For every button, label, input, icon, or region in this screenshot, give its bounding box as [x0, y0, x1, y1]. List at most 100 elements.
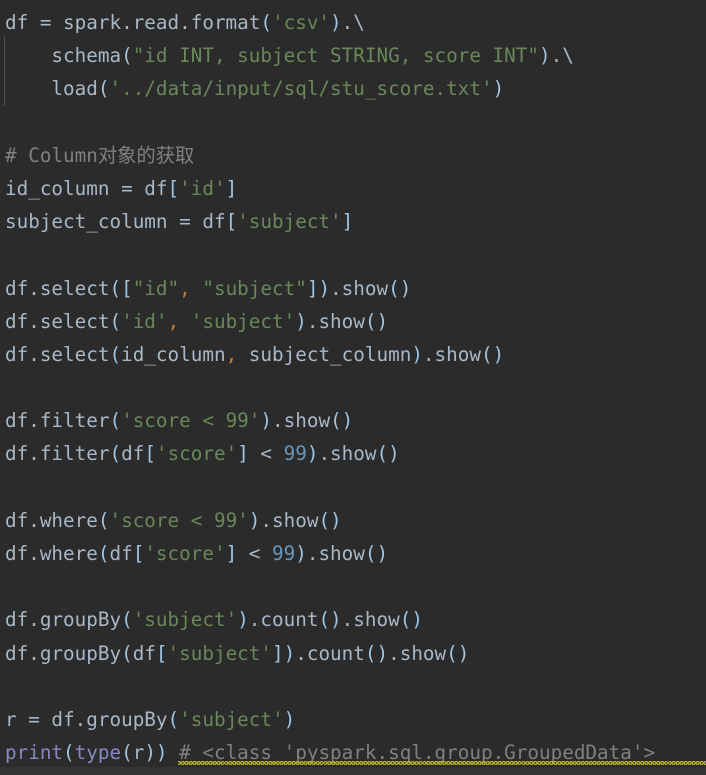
code-token-default: .show	[306, 309, 365, 333]
code-line[interactable]	[0, 570, 706, 603]
code-token-string: 'subject'	[190, 309, 296, 333]
code-token-default	[179, 310, 191, 333]
code-token-default: df.filter	[5, 442, 110, 466]
code-line[interactable]	[0, 371, 706, 404]
code-token-default: df.select	[5, 276, 110, 300]
code-token-comment: # Column对象的获取	[5, 143, 195, 167]
code-token-default: df.groupBy	[5, 608, 122, 632]
code-token-default: df.select	[5, 309, 110, 333]
code-token-paren: [	[155, 641, 168, 665]
code-token-paren: (	[167, 707, 180, 731]
code-token-default: df.where	[5, 542, 98, 565]
code-token-paren: (	[121, 608, 133, 632]
code-line[interactable]	[0, 670, 706, 703]
code-token-default: df = spark.read.format	[5, 11, 261, 34]
code-token-paren: )	[295, 542, 307, 565]
code-token-default: df.groupBy	[5, 641, 122, 665]
editor-bottom-strip	[0, 767, 706, 775]
code-token-comma: ,	[225, 342, 238, 366]
code-line[interactable]	[0, 471, 706, 504]
code-token-paren: [	[167, 176, 180, 200]
code-token-string: 'subject'	[179, 707, 284, 731]
code-token-string: 'subject'	[167, 641, 273, 665]
code-token-default: load	[5, 77, 98, 101]
code-token-paren: )	[283, 707, 296, 731]
code-editor-pane[interactable]: df = spark.read.format('csv').\ schema("…	[0, 0, 706, 775]
code-line[interactable]: id_column = df['id']	[0, 172, 706, 205]
code-token-string: 'csv'	[272, 11, 331, 34]
code-token-string: 'subject'	[132, 608, 238, 632]
code-line[interactable]: df = spark.read.format('csv').\	[0, 6, 706, 39]
code-token-default: id_column = df	[5, 176, 168, 200]
code-token-paren: ()	[318, 608, 342, 632]
code-token-string: "id"	[132, 276, 180, 300]
code-line[interactable]: df.groupBy(df['subject']).count().show()	[0, 637, 706, 670]
code-token-default	[191, 277, 203, 300]
code-line[interactable]: df.filter('score < 99').show()	[0, 404, 706, 437]
code-token-paren: (	[97, 508, 110, 532]
code-token-string: '../data/input/sql/stu_score.txt'	[109, 77, 493, 101]
code-token-default: .\	[341, 11, 365, 34]
code-token-paren: (	[109, 342, 122, 366]
code-token-string: 'id'	[179, 176, 226, 200]
code-token-paren: )	[237, 608, 249, 632]
code-token-paren: (	[121, 741, 133, 765]
error-squiggle-underline	[178, 761, 706, 765]
code-token-string: 'score'	[155, 442, 238, 466]
code-token-string: 'subject'	[237, 210, 342, 234]
code-token-paren: )	[248, 508, 261, 532]
code-token-default: <	[237, 542, 273, 565]
code-token-paren: ()	[330, 409, 354, 433]
code-token-string: 'score < 99'	[109, 508, 249, 532]
code-line[interactable]: subject_column = df['subject']	[0, 205, 706, 238]
code-token-paren: [	[132, 542, 145, 565]
code-token-string: 'score < 99'	[121, 409, 261, 433]
code-token-paren: [	[225, 210, 238, 234]
code-token-paren: ]	[225, 176, 238, 200]
code-token-builtin: print	[5, 741, 64, 765]
code-token-paren: ()	[318, 508, 342, 532]
code-token-default: r	[132, 741, 145, 765]
code-token-paren: ()	[388, 276, 412, 300]
code-line[interactable]: df.select(id_column, subject_column).sho…	[0, 338, 706, 371]
code-token-default: df	[109, 542, 133, 565]
code-token-default: df	[132, 641, 156, 665]
code-token-string: "id INT, subject STRING, score INT"	[132, 44, 539, 68]
code-token-default: .show	[330, 276, 389, 300]
code-line[interactable]: schema("id INT, subject STRING, score IN…	[0, 39, 706, 72]
code-line[interactable]: load('../data/input/sql/stu_score.txt')	[0, 72, 706, 105]
code-token-default: .\	[550, 44, 574, 68]
code-line[interactable]: r = df.groupBy('subject')	[0, 703, 706, 736]
code-token-default: schema	[5, 44, 122, 68]
code-line[interactable]: df.where(df['score'] < 99).show()	[0, 537, 706, 570]
code-token-default: df.where	[5, 508, 98, 532]
code-token-paren: ])	[272, 641, 296, 665]
code-line[interactable]: # Column对象的获取	[0, 139, 706, 172]
code-line[interactable]: df.filter(df['score'] < 99).show()	[0, 437, 706, 470]
code-token-default: id_column	[121, 342, 226, 366]
code-line[interactable]: df.where('score < 99').show()	[0, 504, 706, 537]
code-token-default: .count	[248, 608, 319, 632]
code-token-default: df.select	[5, 342, 110, 366]
code-token-default: .show	[341, 608, 400, 632]
code-token-paren: [	[144, 442, 156, 466]
code-token-comma: ,	[167, 309, 180, 333]
code-token-default: .show	[260, 508, 319, 532]
code-token-paren: (	[260, 11, 272, 34]
code-token-paren: )	[539, 44, 551, 68]
code-line[interactable]	[0, 106, 706, 139]
code-line[interactable]: df.select(["id", "subject"]).show()	[0, 272, 706, 305]
code-token-default: df.filter	[5, 409, 110, 433]
code-token-comma: ,	[179, 276, 191, 300]
code-token-paren: (	[63, 741, 75, 765]
code-token-builtin: type	[74, 741, 122, 765]
code-token-string: 'id'	[121, 309, 168, 333]
code-token-paren: (	[109, 442, 122, 466]
code-token-paren: (	[121, 641, 133, 665]
code-line[interactable]: df.groupBy('subject').count().show()	[0, 603, 706, 636]
code-token-paren: ()	[376, 442, 400, 466]
code-token-default: df	[121, 442, 145, 466]
code-line[interactable]: df.select('id', 'subject').show()	[0, 305, 706, 338]
code-line[interactable]	[0, 238, 706, 271]
code-content[interactable]: df = spark.read.format('csv').\ schema("…	[0, 0, 706, 769]
